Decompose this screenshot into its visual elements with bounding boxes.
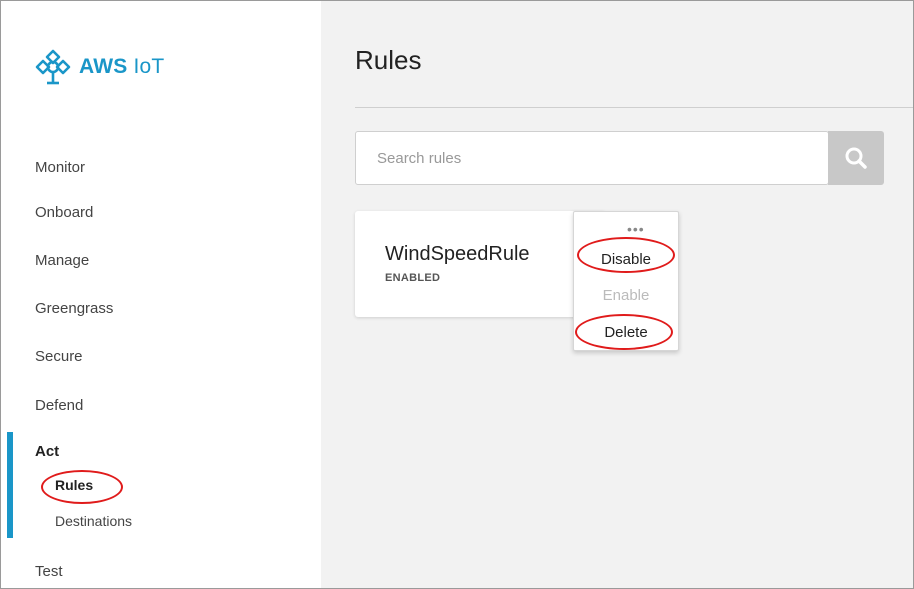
sidebar: AWS IoT Monitor Onboard Manage Greengras… xyxy=(1,1,321,588)
page-title: Rules xyxy=(355,45,422,75)
logo[interactable]: AWS IoT xyxy=(33,45,164,89)
aws-iot-logo-icon xyxy=(35,49,71,85)
sidebar-item-defend[interactable]: Defend xyxy=(35,397,83,414)
sidebar-item-manage[interactable]: Manage xyxy=(35,252,89,269)
app-window: AWS IoT Monitor Onboard Manage Greengras… xyxy=(0,0,914,589)
rule-card[interactable]: WindSpeedRule ENABLED xyxy=(355,211,605,317)
sidebar-item-greengrass[interactable]: Greengrass xyxy=(35,300,113,317)
sidebar-item-secure[interactable]: Secure xyxy=(35,348,83,365)
search-button[interactable] xyxy=(828,131,884,185)
active-section-indicator xyxy=(7,432,13,538)
sidebar-item-monitor[interactable]: Monitor xyxy=(35,159,85,176)
sidebar-item-test[interactable]: Test xyxy=(35,563,63,580)
sidebar-subitem-destinations[interactable]: Destinations xyxy=(55,513,132,529)
sidebar-item-act[interactable]: Act xyxy=(35,443,59,460)
enable-menu-item: Enable xyxy=(602,287,650,304)
annotation-circle-rules xyxy=(41,470,123,504)
more-options-icon[interactable]: ••• xyxy=(627,222,645,236)
brand-name: AWS IoT xyxy=(79,55,165,78)
search-input[interactable] xyxy=(375,148,828,168)
annotation-circle-delete xyxy=(575,314,673,350)
sidebar-item-onboard[interactable]: Onboard xyxy=(35,204,93,221)
title-divider xyxy=(355,107,913,108)
search-icon xyxy=(845,147,867,169)
search-box xyxy=(355,131,829,185)
rule-status-badge: ENABLED xyxy=(385,272,441,284)
annotation-circle-disable xyxy=(577,237,675,273)
rule-name[interactable]: WindSpeedRule xyxy=(385,243,530,266)
